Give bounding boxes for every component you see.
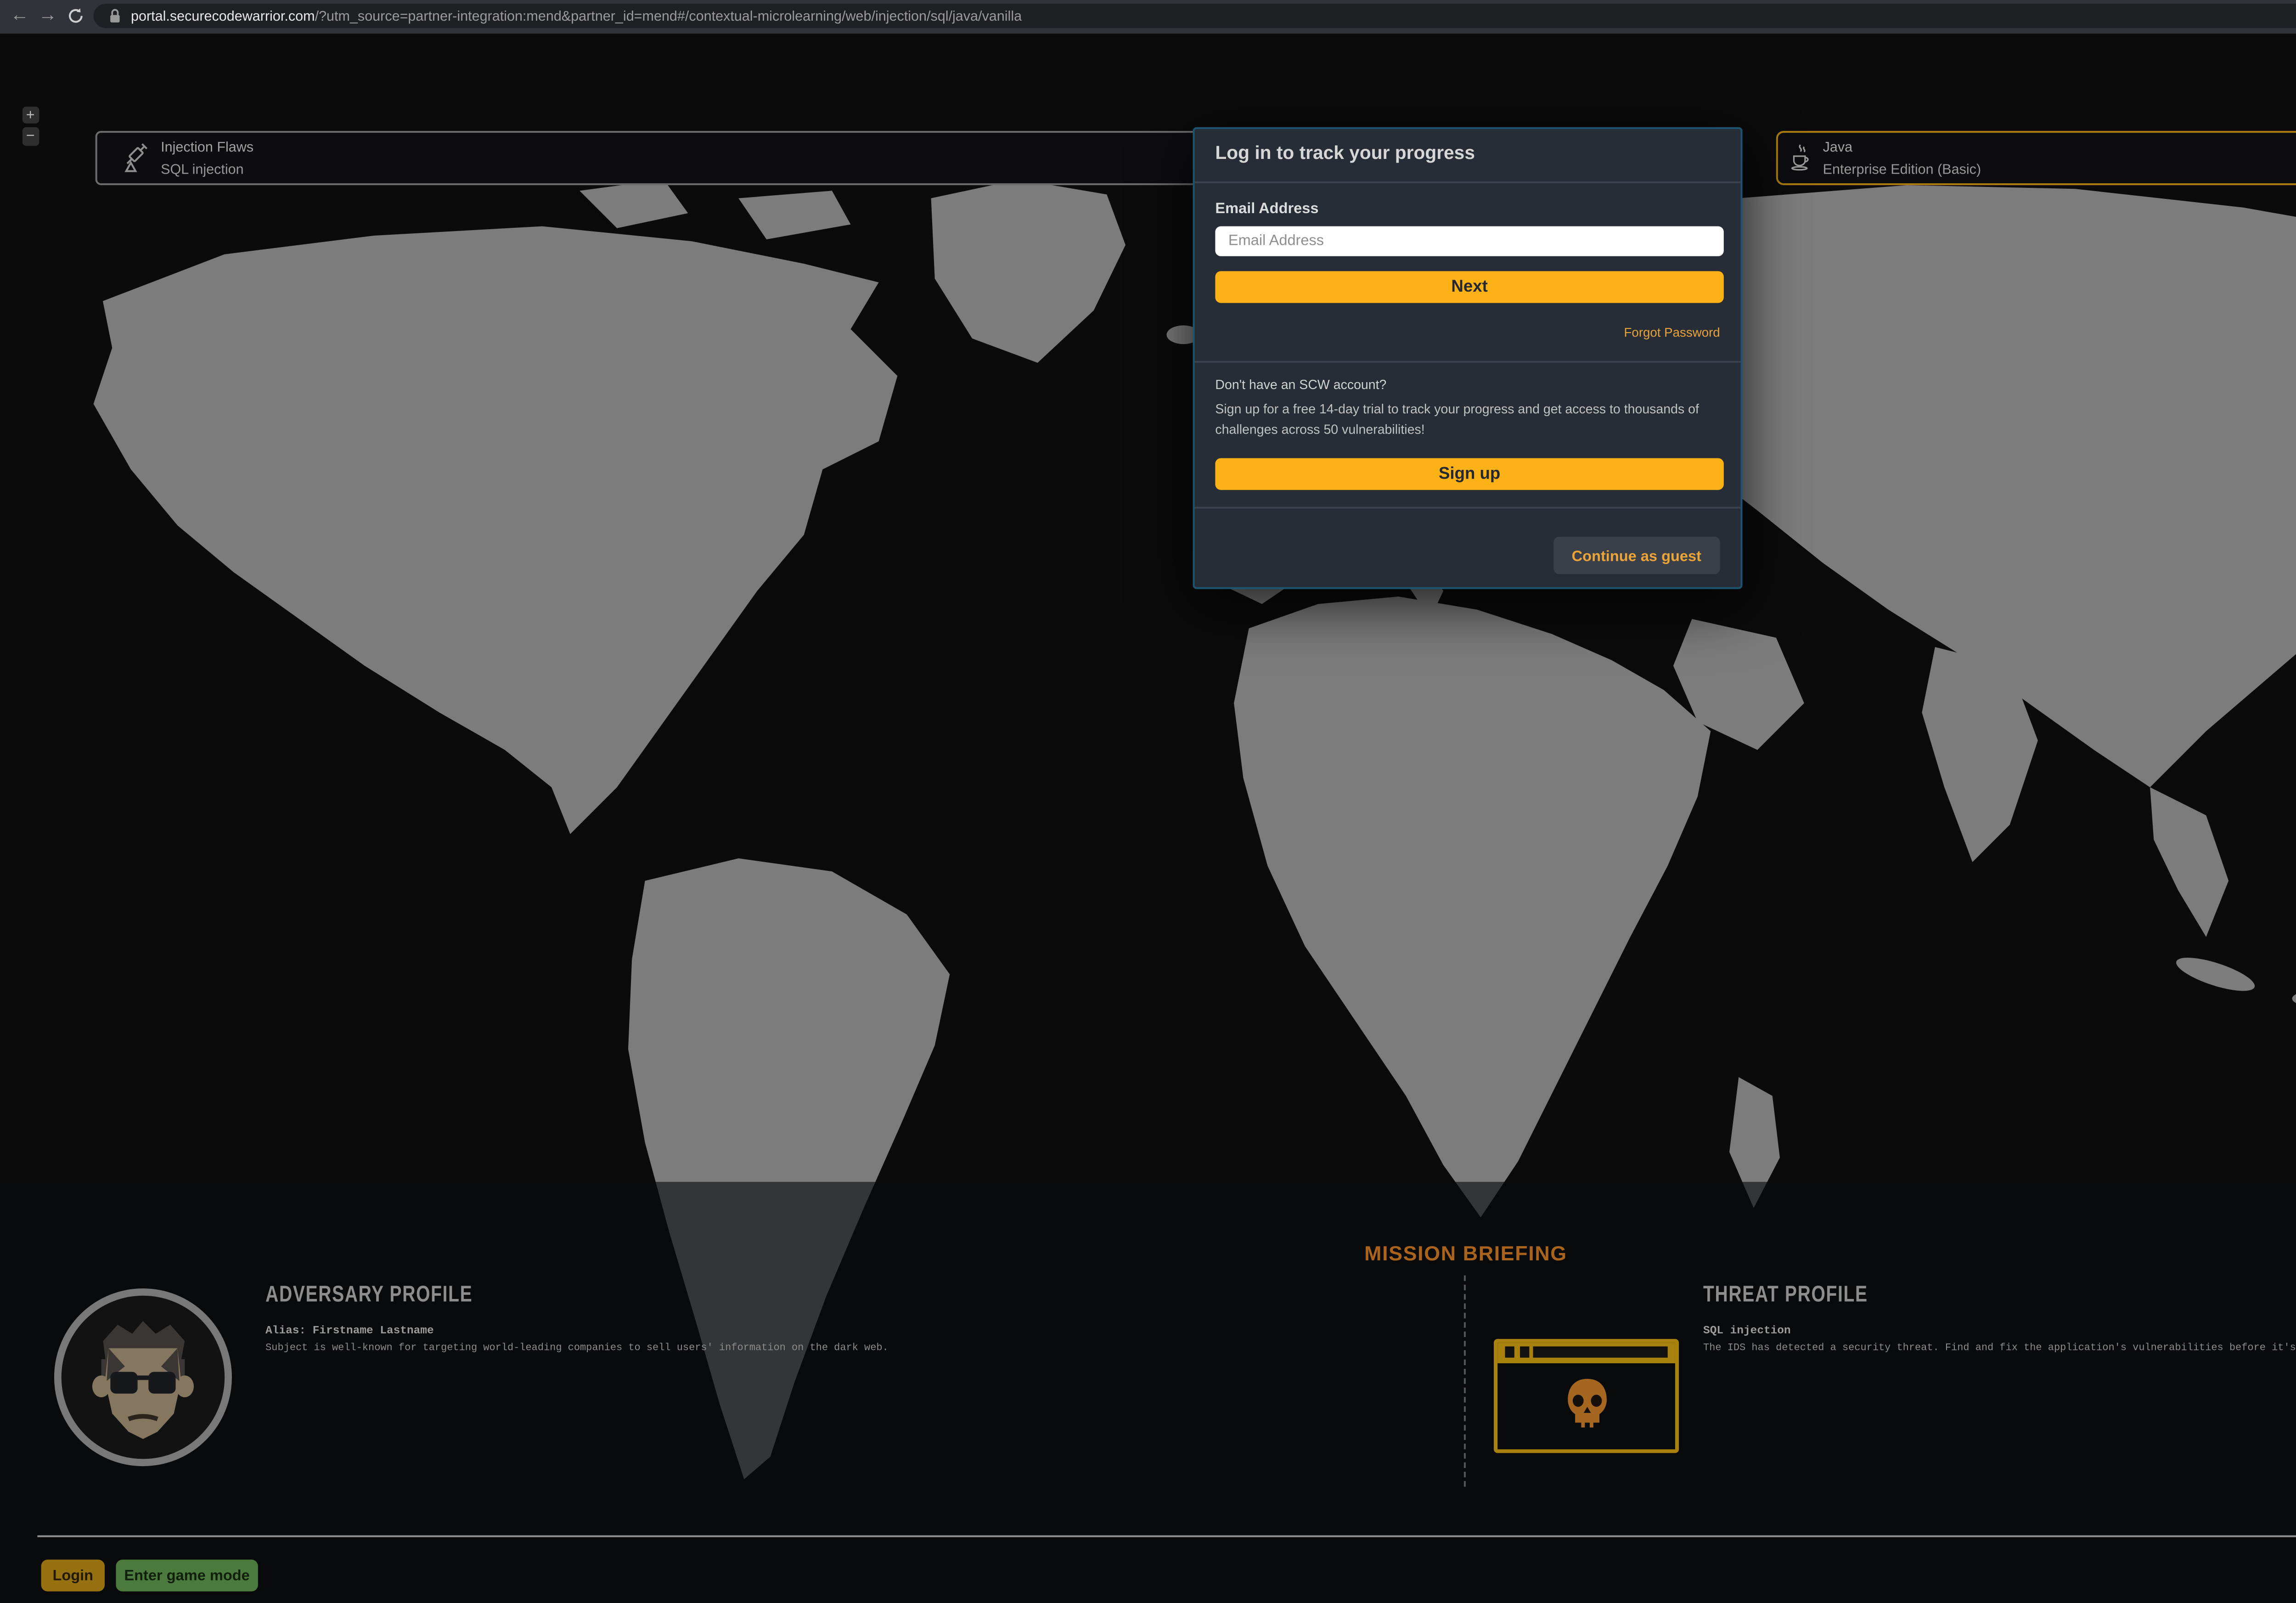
africa (1234, 596, 1711, 1217)
lock-icon[interactable] (108, 8, 121, 25)
adversary-avatar (52, 1286, 234, 1467)
login-modal-title: Log in to track your progress (1215, 144, 1475, 164)
adversary-profile: ADVERSARY PROFILE Alias: Firstname Lastn… (265, 1280, 889, 1353)
portal-page: + − Injection Flaws SQL injection (0, 33, 2296, 1603)
forward-icon[interactable]: → (34, 6, 62, 27)
enter-game-mode-button[interactable]: Enter game mode (116, 1559, 258, 1592)
language-edition: Enterprise Edition (Basic) (1823, 160, 1981, 177)
back-icon[interactable]: ← (6, 6, 34, 27)
greenland (931, 179, 1125, 362)
java-cup-icon (1789, 144, 1812, 172)
screen: ← → portal.securecodewarrior.com/?utm_so… (0, 0, 2296, 1603)
java-island (2292, 988, 2296, 1007)
forgot-password-link[interactable]: Forgot Password (1624, 327, 1720, 340)
language-selector-panel[interactable]: Java Enterprise Edition (Basic) REMEMBER… (1776, 131, 2296, 185)
threat-skull-icon (1494, 1338, 1679, 1452)
map-zoom-in-button[interactable]: + (22, 106, 39, 124)
signup-description: Sign up for a free 14-day trial to track… (1215, 402, 1723, 442)
threat-profile: THREAT PROFILE SQL injection The IDS has… (1703, 1280, 2296, 1353)
mission-briefing-title: MISSION BRIEFING (0, 1242, 2296, 1265)
login-button[interactable]: Login (41, 1559, 105, 1592)
arctic-islands (580, 179, 850, 238)
login-modal: Log in to track your progress Email Addr… (1193, 126, 1743, 588)
signup-section: Don't have an SCW account? Sign up for a… (1195, 361, 1741, 491)
next-button[interactable]: Next (1215, 271, 1723, 303)
skull-window-titlebar (1497, 1342, 1675, 1362)
signup-prompt: Don't have an SCW account? (1215, 379, 1720, 392)
challenge-subcategory-label: SQL injection (161, 160, 253, 177)
mission-briefing-section: MISSION BRIEFING (0, 1181, 2296, 1603)
reload-icon[interactable] (62, 8, 90, 25)
browser-toolbar: ← → portal.securecodewarrior.com/?utm_so… (0, 0, 2296, 33)
continue-as-guest-button[interactable]: Continue as guest (1553, 537, 1720, 574)
threat-description: The IDS has detected a security threat. … (1703, 1342, 2296, 1353)
threat-profile-title: THREAT PROFILE (1703, 1280, 2240, 1306)
briefing-divider (1464, 1275, 1466, 1486)
challenge-category-label: Injection Flaws (161, 139, 253, 156)
adversary-profile-title: ADVERSARY PROFILE (265, 1280, 764, 1306)
language-name: Java (1823, 139, 1981, 156)
threat-name: SQL injection (1703, 1323, 2296, 1336)
sql-injection-syringe-icon (122, 142, 150, 174)
footer-rule (37, 1535, 2296, 1536)
login-modal-header: Log in to track your progress (1195, 128, 1741, 182)
adversary-alias: Alias: Firstname Lastname (265, 1323, 889, 1336)
login-modal-footer: Continue as guest (1195, 507, 1741, 595)
adversary-description: Subject is well-known for targeting worl… (265, 1342, 889, 1353)
sumatra (2173, 950, 2258, 997)
map-zoom-out-button[interactable]: − (22, 127, 39, 145)
url-text: portal.securecodewarrior.com/?utm_source… (131, 8, 2296, 25)
continent-north-america (94, 226, 898, 833)
signup-button[interactable]: Sign up (1215, 458, 1723, 490)
email-field[interactable] (1215, 226, 1723, 255)
email-label: Email Address (1215, 199, 1720, 216)
se-asia (2150, 786, 2228, 936)
address-bar[interactable]: portal.securecodewarrior.com/?utm_source… (94, 4, 2296, 28)
